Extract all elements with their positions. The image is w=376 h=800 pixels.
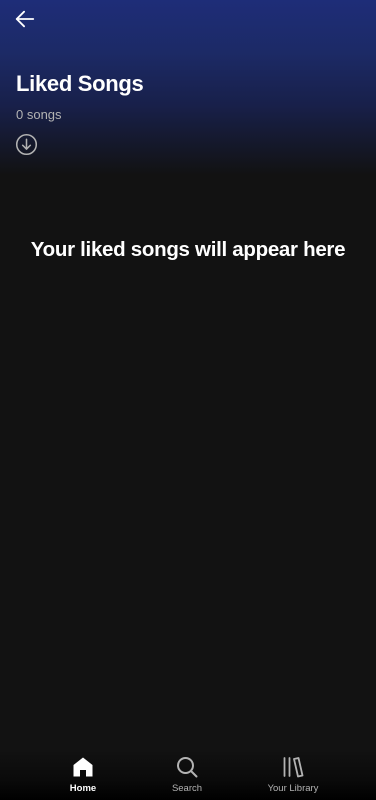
liked-songs-screen: Liked Songs 0 songs Your liked songs wil… (0, 0, 376, 800)
arrow-left-icon (14, 8, 36, 35)
download-button[interactable] (14, 133, 39, 161)
nav-item-search[interactable]: Search (167, 750, 207, 794)
home-icon (70, 754, 96, 780)
bottom-navigation: Home Search Your Library (0, 750, 376, 800)
empty-state-message: Your liked songs will appear here (30, 238, 346, 261)
search-icon (174, 754, 200, 780)
song-count: 0 songs (16, 107, 62, 122)
back-button[interactable] (10, 6, 40, 36)
nav-label-search: Search (171, 783, 203, 794)
nav-item-home[interactable]: Home (63, 750, 103, 794)
nav-item-your-library[interactable]: Your Library (263, 750, 323, 794)
download-circle-icon (15, 133, 38, 161)
page-title: Liked Songs (16, 71, 144, 96)
nav-label-home: Home (69, 783, 97, 794)
library-icon (280, 754, 306, 780)
nav-label-your-library: Your Library (267, 783, 319, 794)
